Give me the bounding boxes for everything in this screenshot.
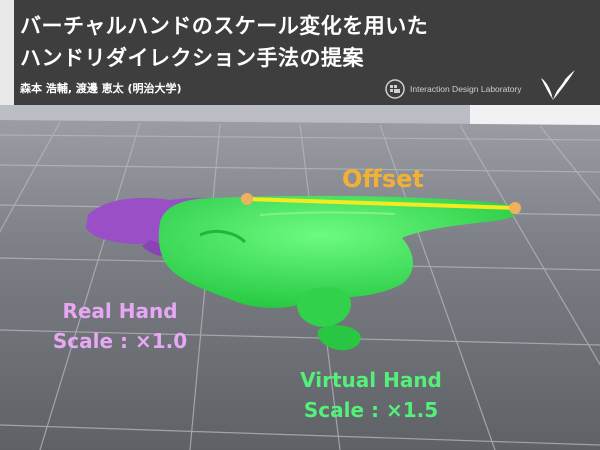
lab-logo-icon xyxy=(385,79,405,99)
virtual-hand-name: Virtual Hand xyxy=(300,368,442,392)
title-line-1: バーチャルハンドのスケール変化を用いた xyxy=(20,14,429,38)
offset-label: Offset xyxy=(342,165,424,193)
leaf-logo-icon xyxy=(541,70,575,100)
virtual-hand-label: Virtual Hand Scale : ×1.5 xyxy=(286,365,456,425)
offset-end-point xyxy=(509,202,521,214)
lab-name: Interaction Design Laboratory xyxy=(410,84,522,94)
real-hand-name: Real Hand xyxy=(62,299,178,323)
real-hand-label: Real Hand Scale : ×1.0 xyxy=(40,296,200,356)
authors: 森本 浩輔, 渡邊 恵太 (明治大学) xyxy=(20,82,182,95)
header-accent-bar xyxy=(0,0,14,105)
virtual-hand-scale: Scale : ×1.5 xyxy=(303,398,439,422)
title-line-2: ハンドリダイレクション手法の提案 xyxy=(20,46,364,70)
real-hand-scale: Scale : ×1.0 xyxy=(52,329,188,353)
offset-start-point xyxy=(241,193,253,205)
